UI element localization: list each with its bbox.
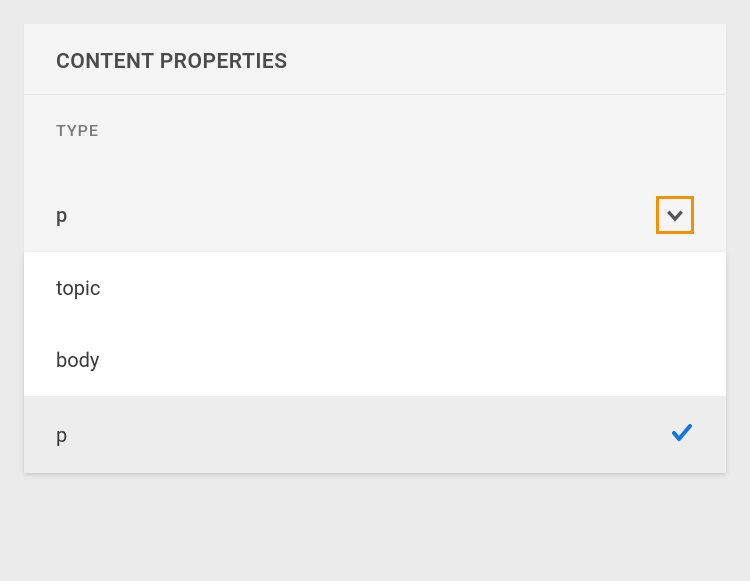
chevron-down-icon[interactable] [656, 196, 694, 234]
type-label: TYPE [24, 95, 726, 140]
dropdown-item-body[interactable]: body [24, 324, 726, 396]
type-select[interactable]: p [24, 188, 726, 252]
type-select-value: p [56, 203, 67, 227]
dropdown-item-label: topic [56, 276, 100, 300]
dropdown-item-label: body [56, 348, 99, 372]
type-dropdown: topic body p [24, 252, 726, 473]
dropdown-item-p[interactable]: p [24, 396, 726, 473]
panel-header: CONTENT PROPERTIES [24, 24, 726, 95]
dropdown-item-topic[interactable]: topic [24, 252, 726, 324]
content-properties-panel: CONTENT PROPERTIES TYPE p topic body p [24, 24, 726, 473]
panel-title: CONTENT PROPERTIES [56, 50, 694, 74]
dropdown-item-label: p [56, 423, 67, 447]
check-icon [670, 420, 694, 449]
